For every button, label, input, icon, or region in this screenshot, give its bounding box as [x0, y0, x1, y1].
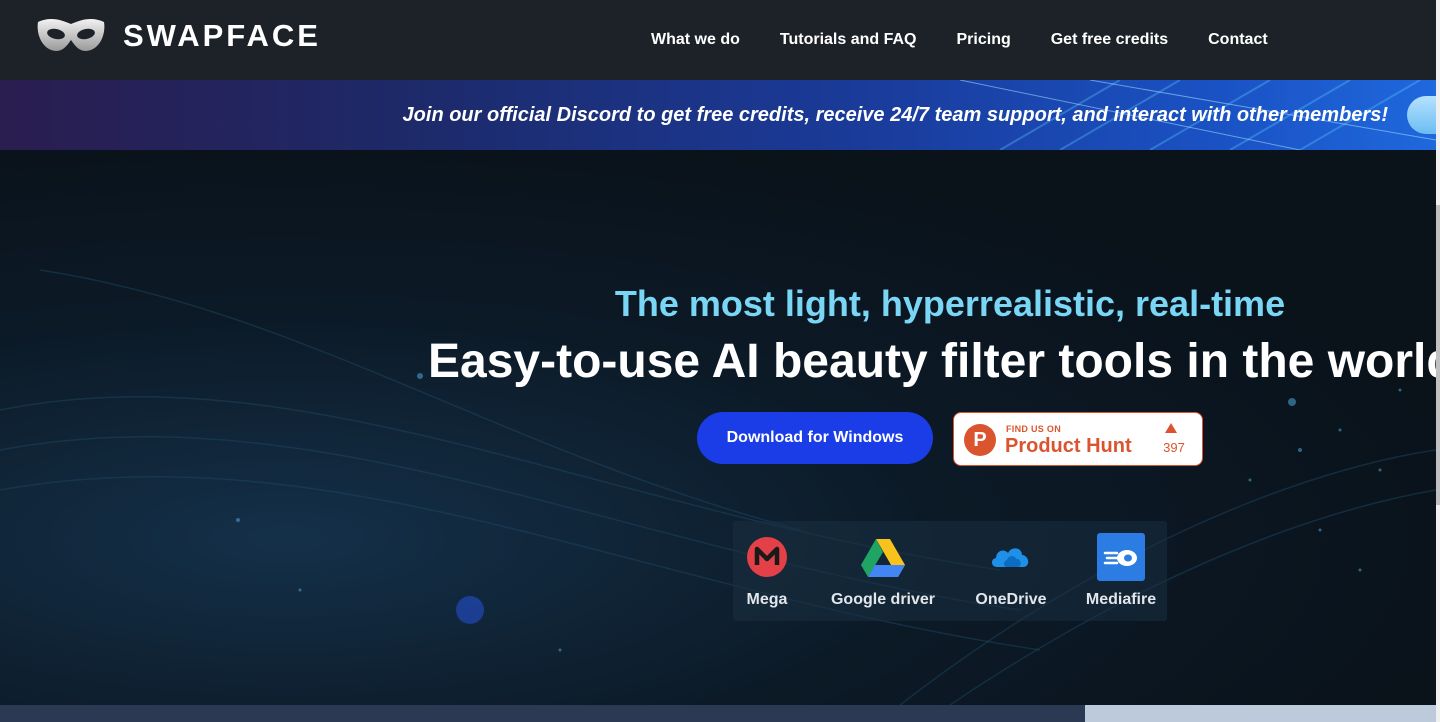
- nav-contact[interactable]: Contact: [1208, 30, 1268, 50]
- next-section-edge-right: [1085, 705, 1436, 722]
- next-section-edge: [0, 705, 1085, 722]
- mask-icon[interactable]: [36, 14, 106, 54]
- nav-pricing[interactable]: Pricing: [957, 30, 1011, 50]
- nav-get-free-credits[interactable]: Get free credits: [1051, 30, 1168, 50]
- discord-banner-text[interactable]: Join our official Discord to get free cr…: [403, 104, 1388, 126]
- download-mediafire[interactable]: Mediafire: [1078, 521, 1164, 621]
- brand-name[interactable]: SWAPFACE: [123, 20, 321, 52]
- download-onedrive[interactable]: OneDrive: [969, 521, 1053, 621]
- onedrive-icon: [991, 548, 1029, 567]
- download-google-drive-label: Google driver: [830, 591, 936, 608]
- google-drive-icon: [861, 539, 905, 577]
- upvote-count: 397: [1163, 440, 1185, 455]
- site-header: SWAPFACE What we do Tutorials and FAQ Pr…: [0, 0, 1440, 80]
- download-mega-label: Mega: [746, 591, 788, 608]
- download-windows-button[interactable]: Download for Windows: [697, 412, 933, 464]
- product-hunt-badge[interactable]: P FIND US ON Product Hunt 397: [953, 412, 1203, 466]
- download-google-drive[interactable]: Google driver: [825, 521, 941, 621]
- mega-icon: [747, 537, 787, 577]
- download-mega[interactable]: Mega: [733, 521, 801, 621]
- upvote-arrow-icon: [1165, 423, 1177, 433]
- download-mediafire-label: Mediafire: [1085, 591, 1157, 608]
- discord-banner[interactable]: Join our official Discord to get free cr…: [0, 80, 1436, 150]
- download-mirrors: Mega Google driver OneDrive Mediafire: [733, 521, 1167, 621]
- hero-headline: Easy-to-use AI beauty filter tools in th…: [428, 335, 1436, 388]
- product-hunt-icon: P: [964, 424, 996, 456]
- hero-subtitle: The most light, hyperrealistic, real-tim…: [614, 283, 1286, 324]
- nav-tutorials-faq[interactable]: Tutorials and FAQ: [780, 30, 917, 50]
- nav-what-we-do[interactable]: What we do: [651, 30, 740, 50]
- download-onedrive-label: OneDrive: [975, 591, 1047, 608]
- product-hunt-small-label: FIND US ON: [1006, 424, 1062, 434]
- main-nav: What we do Tutorials and FAQ Pricing Get…: [651, 30, 1268, 50]
- hero-section: The most light, hyperrealistic, real-tim…: [0, 150, 1436, 705]
- scrollbar-thumb[interactable]: [1436, 205, 1440, 505]
- product-hunt-name: Product Hunt: [1005, 435, 1132, 457]
- mediafire-icon: [1097, 533, 1145, 581]
